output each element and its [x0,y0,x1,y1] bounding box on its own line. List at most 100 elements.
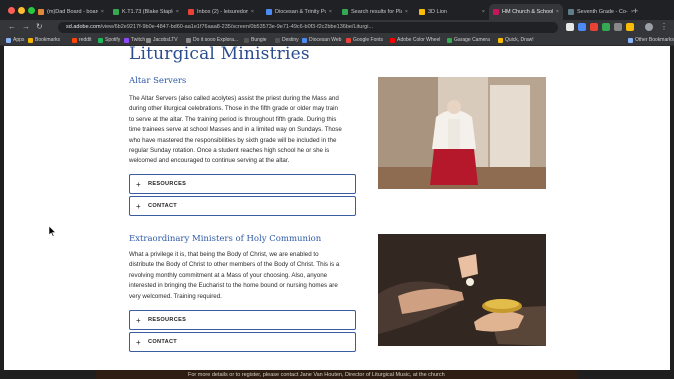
bookmark-label: Google Fonts [353,37,384,43]
bookmark-label: reddit [79,37,92,43]
bookmark-favicon-icon [244,37,249,43]
back-icon[interactable]: ← [8,22,16,31]
bookmark-item[interactable]: reddit [72,37,92,43]
bookmark-favicon-icon [6,37,11,43]
bookmark-item[interactable]: Garage Camera [447,37,490,43]
browser-tab[interactable]: 3D Lion × [415,4,489,20]
tab-favicon-icon [266,9,272,15]
close-tab-icon[interactable]: × [173,9,179,15]
bookmark-label: Destiny [282,37,299,43]
bookmark-label: Bookmarks [35,37,61,43]
minimize-window-icon[interactable] [18,7,25,14]
browser-tab[interactable]: Search results for Play × [338,4,412,20]
close-tab-icon[interactable]: × [248,9,254,15]
bookmark-favicon-icon [124,37,129,43]
bookmark-item[interactable]: Spotify [98,37,120,43]
browser-tab[interactable]: (m)Dad Board - board × [34,4,108,20]
bookmark-favicon-icon [186,37,191,43]
bookmark-item[interactable]: Do it sooo Explora... [186,37,238,43]
bookmark-item[interactable]: Twitch [124,37,145,43]
url-field[interactable]: sd.adobe.com/view/6b2e9217f-9b0e-4847-bd… [58,22,558,33]
bookmark-item[interactable]: Destiny [275,37,299,43]
bookmark-item[interactable]: Quick, Draw! [498,37,534,43]
bookmark-item[interactable]: Other Bookmarks [628,37,674,43]
paragraph-line: very welcomed. Training required. [129,292,222,300]
extension-icon[interactable] [578,23,586,31]
plus-icon: + [136,315,141,325]
accordion-label: CONTACT [148,203,178,209]
bookmark-label: Do it sooo Explora... [193,37,239,43]
accordion-label: CONTACT [148,339,178,345]
close-tab-icon[interactable]: × [98,9,104,15]
plus-icon: + [136,179,141,189]
accordion-label: RESOURCES [148,181,187,187]
bookmark-favicon-icon [98,37,103,43]
forward-icon[interactable]: → [22,22,30,31]
bookmark-label: Quick, Draw! [505,37,534,43]
close-tab-icon[interactable]: × [479,9,485,15]
tab-favicon-icon [493,9,499,15]
close-window-icon[interactable] [8,7,15,14]
page-title: Liturgical Ministries [129,46,310,64]
footer-strip: For more details or to register, please … [96,370,578,379]
extraordinary-ministers-description: What a privilege it is, that being the B… [129,250,363,302]
browser-tab[interactable]: K.T1.73 (Blake Staple) × [109,4,183,20]
bookmark-favicon-icon [346,37,351,43]
altar-servers-contact-accordion[interactable]: + CONTACT [129,196,356,216]
profile-avatar[interactable] [645,23,653,31]
web-page: Liturgical Ministries Altar Servers The … [4,46,670,370]
close-tab-icon[interactable]: × [402,9,408,15]
ministers-contact-accordion[interactable]: + CONTACT [129,332,356,352]
extension-icon[interactable] [626,23,634,31]
bookmark-favicon-icon [146,37,151,43]
paragraph-line: to serve at the altar. The training peri… [129,115,337,123]
browser-tab[interactable]: Inbox (2) - leisuredomi × [184,4,258,20]
bookmark-label: Spotify [105,37,121,43]
bookmark-item[interactable]: Bungie [244,37,267,43]
ministers-resources-accordion[interactable]: + RESOURCES [129,310,356,330]
paragraph-line: The Altar Servers (also called acolytes)… [129,95,339,102]
close-tab-icon[interactable]: × [326,9,332,15]
bookmark-item[interactable]: JacobsLTV [146,37,178,43]
bookmark-favicon-icon [390,37,395,43]
bookmark-favicon-icon [628,37,633,43]
paragraph-line: revolving monthly commitment at a Mass o… [129,271,328,279]
browser-tab[interactable]: Seventh Grade - Co-un× [564,4,638,20]
extension-icon[interactable] [590,23,598,31]
bookmark-item[interactable]: Apps [6,37,24,43]
bookmark-label: Other Bookmarks [635,37,674,43]
section-heading-extraordinary-ministers: Extraordinary Ministers of Holy Communio… [129,234,322,244]
tab-favicon-icon [188,9,194,15]
tab-label: Seventh Grade - Co-un [577,9,628,15]
extension-icon[interactable] [614,23,622,31]
bookmarks-bar: Apps Bookmarks reddit Spotify Twitch JacobsLT… [0,35,674,46]
bookmark-favicon-icon [275,37,280,43]
browser-tab[interactable]: HM Church & School × [489,4,563,20]
section-heading-altar-servers: Altar Servers [129,76,187,86]
tab-favicon-icon [342,9,348,15]
reload-icon[interactable]: ↻ [36,22,43,31]
bookmark-label: Adobe Color Wheel [397,37,441,43]
tab-label: Diocesan & Trinity Pub [275,9,326,15]
bookmark-favicon-icon [498,37,503,43]
close-tab-icon[interactable]: × [553,9,559,15]
menu-icon[interactable]: ⋮ [660,22,668,31]
bookmark-item[interactable]: Adobe Color Wheel [390,37,440,43]
extension-icon[interactable] [602,23,610,31]
paragraph-line: during other liturgical celebrations. Th… [129,105,338,113]
new-tab-icon[interactable]: + [633,6,638,16]
altar-server-photo [378,77,546,189]
extension-icon[interactable] [566,23,574,31]
tab-label: Inbox (2) - leisuredomi [197,9,248,15]
bookmark-item[interactable]: Bookmarks [28,37,60,43]
browser-tab[interactable]: Diocesan & Trinity Pub × [262,4,336,20]
url-path: /view/6b2e9217f-9b0e-4847-bd60-aa1e1f76a… [100,24,374,30]
bookmark-item[interactable]: Diocesan Web [302,37,341,43]
browser-tab-bar: (m)Dad Board - board × K.T1.73 (Blake Stap… [0,0,674,20]
paragraph-line: interested in bringing the Eucharist to … [129,282,338,290]
bookmark-favicon-icon [447,37,452,43]
address-toolbar: ← → ↻ sd.adobe.com/view/6b2e9217f-9b0e-4… [0,20,674,35]
bookmark-item[interactable]: Google Fonts [346,37,383,43]
plus-icon: + [136,201,141,211]
altar-servers-resources-accordion[interactable]: + RESOURCES [129,174,356,194]
